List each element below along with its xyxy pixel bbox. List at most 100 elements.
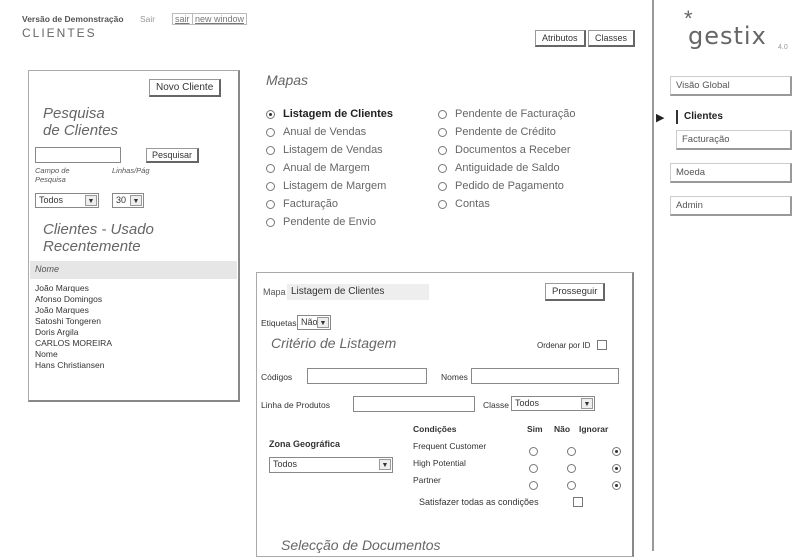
condition-label: High Potential xyxy=(413,458,466,468)
condition-row: High Potential xyxy=(413,458,623,474)
map-option[interactable]: Pendente de Crédito xyxy=(438,126,556,138)
active-arrow-icon: ▶ xyxy=(656,112,665,124)
geo-zone-select[interactable]: Todos ▼ xyxy=(269,457,393,473)
satisfy-all-label: Satisfazer todas as condições xyxy=(419,497,539,507)
condition-row: Partner xyxy=(413,475,623,491)
map-option[interactable]: Listagem de Vendas xyxy=(266,144,383,156)
search-field-label: Campo de Pesquisa xyxy=(35,166,70,184)
radio-ignore-icon[interactable] xyxy=(611,481,621,491)
proceed-button[interactable]: Prosseguir xyxy=(545,283,606,301)
search-input[interactable] xyxy=(35,147,121,163)
maps-title: Mapas xyxy=(266,72,309,88)
labels-label: Etiquetas xyxy=(261,318,297,328)
order-by-id-checkbox[interactable] xyxy=(597,340,607,350)
radio-yes-icon[interactable] xyxy=(529,481,538,491)
rows-per-page-select[interactable]: 30 ▼ xyxy=(112,193,144,208)
attributes-button[interactable]: Atributos xyxy=(535,30,586,47)
chevron-down-icon: ▼ xyxy=(581,398,593,409)
nav-item-invoicing[interactable]: Facturação xyxy=(676,130,792,150)
map-option[interactable]: Contas xyxy=(438,198,490,210)
recent-title-line2: Recentemente xyxy=(43,238,141,255)
maps-left-column: Listagem de Clientes Anual de Vendas Lis… xyxy=(266,108,436,238)
radio-yes-icon[interactable] xyxy=(529,447,538,457)
names-label: Nomes xyxy=(441,372,468,382)
list-item[interactable]: Hans Christiansen xyxy=(35,360,104,370)
satisfy-all-checkbox[interactable] xyxy=(573,497,583,507)
map-option[interactable]: Facturação xyxy=(266,198,338,210)
labels-select[interactable]: Não ▼ xyxy=(297,315,331,330)
class-select[interactable]: Todos ▼ xyxy=(511,396,595,411)
user-label: Sair xyxy=(140,14,156,24)
map-option[interactable]: Listagem de Clientes xyxy=(266,108,393,120)
page-title: CLIENTES xyxy=(22,26,97,40)
radio-selected-icon xyxy=(266,109,275,119)
list-item[interactable]: Satoshi Tongeren xyxy=(35,316,101,326)
map-option-label: Pendente de Facturação xyxy=(455,108,576,120)
radio-icon xyxy=(438,181,447,191)
map-option-label: Listagem de Clientes xyxy=(283,108,394,120)
map-option[interactable]: Listagem de Margem xyxy=(266,180,386,192)
radio-icon xyxy=(438,145,447,155)
col-no-label: Não xyxy=(554,424,571,434)
radio-icon xyxy=(438,127,447,137)
map-option[interactable]: Pedido de Pagamento xyxy=(438,180,564,192)
radio-icon xyxy=(438,199,447,209)
conditions-title: Condições xyxy=(413,424,457,434)
geo-zone-value: Todos xyxy=(273,459,298,469)
radio-icon xyxy=(266,217,275,227)
col-yes-label: Sim xyxy=(527,424,543,434)
search-button[interactable]: Pesquisar xyxy=(146,148,200,163)
search-field-value: Todos xyxy=(39,195,64,205)
logo-text: gestix xyxy=(688,22,767,50)
labels-value: Não xyxy=(301,317,318,327)
list-item[interactable]: João Marques xyxy=(35,305,89,315)
sidebar: * gestix 4.0 Visão Global ▶ Clientes Fac… xyxy=(652,0,795,551)
rows-per-page-label: Linhas/Pág xyxy=(112,166,150,175)
new-window-link[interactable]: new window xyxy=(192,13,248,25)
map-option[interactable]: Anual de Vendas xyxy=(266,126,366,138)
class-value: Todos xyxy=(515,398,540,408)
nav-item-currency[interactable]: Moeda xyxy=(670,163,792,183)
radio-ignore-icon[interactable] xyxy=(611,464,621,474)
list-item[interactable]: Nome xyxy=(35,349,58,359)
map-option[interactable]: Pendente de Envio xyxy=(266,216,376,228)
map-option[interactable]: Antiguidade de Saldo xyxy=(438,162,560,174)
criteria-title: Critério de Listagem xyxy=(271,335,397,351)
nav-item-overview[interactable]: Visão Global xyxy=(670,76,792,96)
map-option[interactable]: Pendente de Facturação xyxy=(438,108,575,120)
radio-no-icon[interactable] xyxy=(567,464,577,474)
recent-title: Clientes - Usado Recentemente xyxy=(43,221,154,255)
condition-label: Frequent Customer xyxy=(413,441,487,451)
product-line-input[interactable] xyxy=(353,396,475,412)
list-item[interactable]: Afonso Domingos xyxy=(35,294,102,304)
radio-ignore-icon[interactable] xyxy=(611,447,621,457)
nav-item-admin[interactable]: Admin xyxy=(670,196,792,216)
map-option-label: Pedido de Pagamento xyxy=(455,180,564,192)
names-input[interactable] xyxy=(471,368,619,384)
search-panel: Novo Cliente Pesquisa de Clientes Pesqui… xyxy=(28,70,240,402)
radio-no-icon[interactable] xyxy=(567,481,577,491)
product-line-label: Linha de Produtos xyxy=(261,400,330,410)
list-item[interactable]: João Marques xyxy=(35,283,89,293)
radio-yes-icon[interactable] xyxy=(529,464,538,474)
logout-link[interactable]: sair xyxy=(172,13,193,25)
new-client-button[interactable]: Novo Cliente xyxy=(149,79,222,97)
map-option[interactable]: Anual de Margem xyxy=(266,162,370,174)
col-ignore-label: Ignorar xyxy=(579,424,609,434)
radio-no-icon[interactable] xyxy=(567,447,577,457)
list-item[interactable]: Doris Argila xyxy=(35,327,78,337)
list-item[interactable]: CARLOS MOREIRA xyxy=(35,338,112,348)
map-option-label: Pendente de Crédito xyxy=(455,126,556,138)
condition-row: Frequent Customer xyxy=(413,441,623,457)
classes-button[interactable]: Classes xyxy=(588,30,636,47)
recent-list: João Marques Afonso Domingos João Marque… xyxy=(35,283,235,383)
recent-header: Nome xyxy=(30,261,237,279)
search-field-select[interactable]: Todos ▼ xyxy=(35,193,99,208)
map-label: Mapa xyxy=(263,287,286,297)
radio-icon xyxy=(438,109,447,119)
radio-icon xyxy=(266,181,275,191)
class-label: Classe xyxy=(483,400,509,410)
codes-input[interactable] xyxy=(307,368,427,384)
map-option[interactable]: Documentos a Receber xyxy=(438,144,571,156)
nav-item-clients[interactable]: Clientes xyxy=(676,110,792,124)
